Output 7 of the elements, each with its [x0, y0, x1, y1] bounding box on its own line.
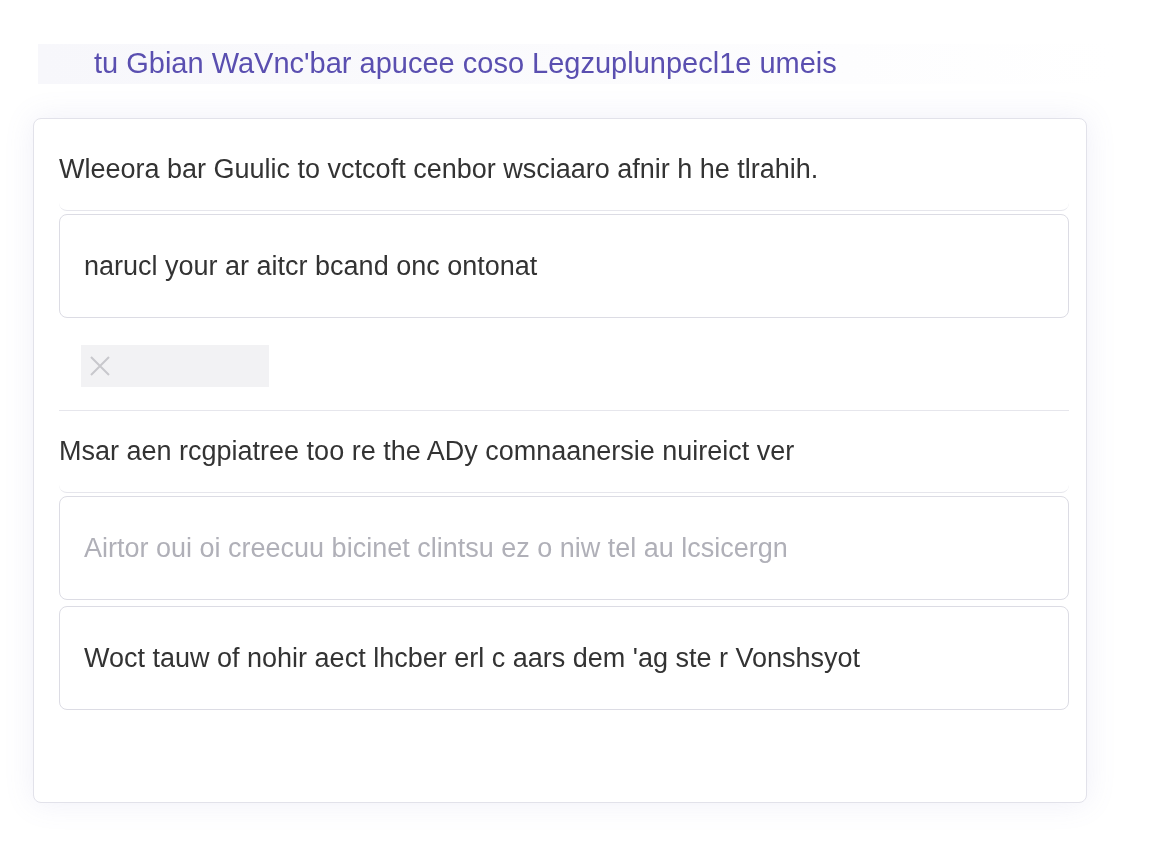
- input-field[interactable]: Woct tauw of nohir aect lhcber erl c aars dem 'ag ste r Vonshsyot: [59, 606, 1069, 710]
- question-text: Msar aen rcgpiatree too re the ADy comnaanersie nuireict ver: [59, 435, 795, 469]
- attach-button[interactable]: [81, 344, 269, 387]
- input-field[interactable]: Airtor oui oi creecuu bicinet clintsu ez o niw tel au lcsicergn: [59, 496, 1069, 600]
- page-title: tu Gbian WaVnc'bar apucee coso Legzuplunpecl1e umeis: [94, 46, 837, 82]
- question-text: Wleeora bar Guulic to vctcoft cenbor wsciaaro afnir h he tlrahih.: [59, 153, 819, 187]
- input-field[interactable]: narucl your ar aitcr bcand onc ontonat: [59, 214, 1069, 318]
